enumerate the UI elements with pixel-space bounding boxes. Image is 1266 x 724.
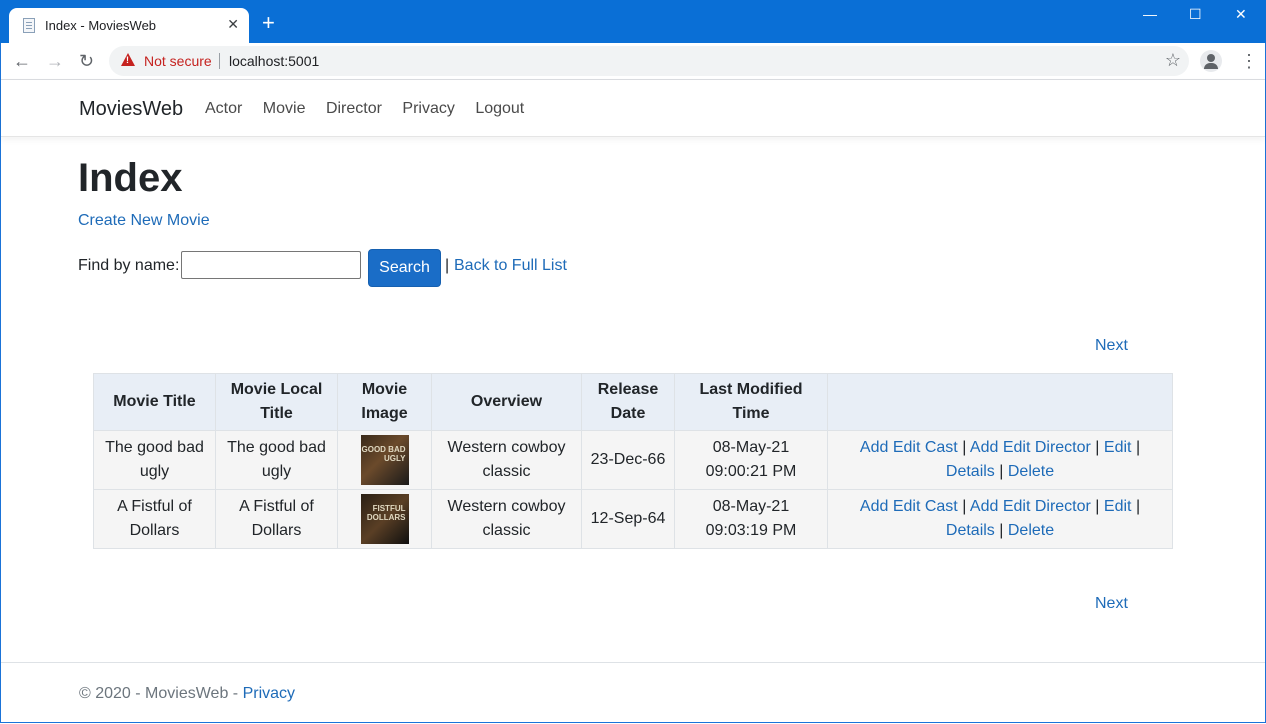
nav-item-movie[interactable]: Movie <box>263 100 306 117</box>
tab-title: Index - MoviesWeb <box>45 18 157 33</box>
table-header-row: Movie Title Movie Local Title Movie Imag… <box>93 373 1173 431</box>
cell-image: GOOD BAD UGLY <box>337 430 432 490</box>
table-row: The good bad ugly The good bad ugly GOOD… <box>93 430 1173 490</box>
cell-overview: Western cowboy classic <box>431 489 582 549</box>
add-edit-cast-link[interactable]: Add Edit Cast <box>860 439 958 456</box>
find-label: Find by name: <box>78 257 180 274</box>
warning-icon <box>121 53 135 66</box>
new-tab-button[interactable]: + <box>262 12 275 34</box>
next-page-link-top[interactable]: Next <box>1095 337 1128 355</box>
col-actions <box>827 373 1173 431</box>
page-icon <box>23 18 35 33</box>
search-button[interactable]: Search <box>368 249 441 287</box>
add-edit-director-link[interactable]: Add Edit Director <box>970 439 1091 456</box>
browser-tab[interactable]: Index - MoviesWeb ✕ <box>9 8 249 43</box>
cell-local-title: A Fistful of Dollars <box>215 489 338 549</box>
action-separator: | <box>999 522 1004 539</box>
address-bar[interactable]: Not secure localhost:5001 ☆ <box>109 46 1189 76</box>
cell-title: A Fistful of Dollars <box>93 489 216 549</box>
col-last-modified: Last Modified Time <box>674 373 828 431</box>
nav-item-actor[interactable]: Actor <box>205 100 242 117</box>
close-window-button[interactable]: ✕ <box>1235 6 1247 23</box>
col-movie-image: Movie Image <box>337 373 432 431</box>
details-link[interactable]: Details <box>946 522 995 539</box>
bookmark-star-icon[interactable]: ☆ <box>1165 50 1181 71</box>
profile-avatar-icon[interactable] <box>1200 50 1222 72</box>
next-page-link-bottom[interactable]: Next <box>1095 595 1128 613</box>
action-separator: | <box>962 439 967 456</box>
cell-modified: 08-May-21 09:00:21 PM <box>674 430 828 490</box>
nav-item-director[interactable]: Director <box>326 100 382 117</box>
details-link[interactable]: Details <box>946 463 995 480</box>
edit-link[interactable]: Edit <box>1104 498 1132 515</box>
maximize-button[interactable]: ☐ <box>1189 6 1202 23</box>
nav-links: Actor Movie Director Privacy Logout <box>205 100 540 118</box>
minimize-button[interactable]: — <box>1143 6 1157 22</box>
action-separator: | <box>1095 439 1100 456</box>
cell-title: The good bad ugly <box>93 430 216 490</box>
browser-toolbar: ← → ↻ Not secure localhost:5001 ☆ <box>1 43 1265 80</box>
cell-modified: 08-May-21 09:03:19 PM <box>674 489 828 549</box>
address-divider <box>219 53 220 69</box>
table-row: A Fistful of Dollars A Fistful of Dollar… <box>93 489 1173 549</box>
page-title: Index <box>78 156 183 200</box>
search-input[interactable] <box>181 251 361 279</box>
edit-link[interactable]: Edit <box>1104 439 1132 456</box>
copyright-text: © 2020 - MoviesWeb - <box>79 685 243 702</box>
footer-text: © 2020 - MoviesWeb - Privacy <box>79 685 295 703</box>
cell-release: 23-Dec-66 <box>581 430 675 490</box>
close-tab-icon[interactable]: ✕ <box>227 16 239 33</box>
col-overview: Overview <box>431 373 582 431</box>
add-edit-cast-link[interactable]: Add Edit Cast <box>860 498 958 515</box>
action-separator: | <box>1135 439 1141 456</box>
delete-link[interactable]: Delete <box>1008 522 1054 539</box>
cell-actions: Add Edit Cast | Add Edit Director | Edit… <box>827 430 1173 490</box>
action-separator: | <box>1095 498 1100 515</box>
nav-item-privacy[interactable]: Privacy <box>402 100 454 117</box>
col-movie-title: Movie Title <box>93 373 216 431</box>
cell-actions: Add Edit Cast | Add Edit Director | Edit… <box>827 489 1173 549</box>
action-separator: | <box>1135 498 1141 515</box>
movies-table: Movie Title Movie Local Title Movie Imag… <box>93 373 1173 549</box>
reload-icon[interactable]: ↻ <box>79 51 94 72</box>
movie-poster-image: GOOD BAD UGLY <box>360 435 409 485</box>
movie-poster-image: FISTFUL DOLLARS <box>360 494 409 544</box>
add-edit-director-link[interactable]: Add Edit Director <box>970 498 1091 515</box>
cell-local-title: The good bad ugly <box>215 430 338 490</box>
site-navbar: MoviesWeb Actor Movie Director Privacy L… <box>1 80 1265 137</box>
col-release-date: Release Date <box>581 373 675 431</box>
nav-item-logout[interactable]: Logout <box>475 100 524 117</box>
poster-lettering: GOOD BAD UGLY <box>361 445 406 463</box>
separator: | <box>445 257 450 274</box>
poster-lettering: FISTFUL DOLLARS <box>366 504 406 522</box>
footer: © 2020 - MoviesWeb - Privacy <box>1 662 1265 723</box>
menu-kebab-icon[interactable]: ⋮ <box>1240 51 1258 72</box>
action-separator: | <box>962 498 967 515</box>
action-separator: | <box>999 463 1004 480</box>
back-to-full-list-link[interactable]: Back to Full List <box>454 257 567 275</box>
forward-arrow-icon[interactable]: → <box>46 51 64 72</box>
delete-link[interactable]: Delete <box>1008 463 1054 480</box>
cell-release: 12-Sep-64 <box>581 489 675 549</box>
url-text[interactable]: localhost:5001 <box>229 53 319 69</box>
create-new-movie-link[interactable]: Create New Movie <box>78 212 210 230</box>
back-arrow-icon[interactable]: ← <box>13 51 31 72</box>
footer-privacy-link[interactable]: Privacy <box>243 685 295 702</box>
title-bar: Index - MoviesWeb ✕ + — ☐ ✕ <box>0 0 1266 43</box>
brand-link[interactable]: MoviesWeb <box>79 98 183 121</box>
cell-image: FISTFUL DOLLARS <box>337 489 432 549</box>
col-movie-local-title: Movie Local Title <box>215 373 338 431</box>
cell-overview: Western cowboy classic <box>431 430 582 490</box>
security-status[interactable]: Not secure <box>144 53 212 69</box>
